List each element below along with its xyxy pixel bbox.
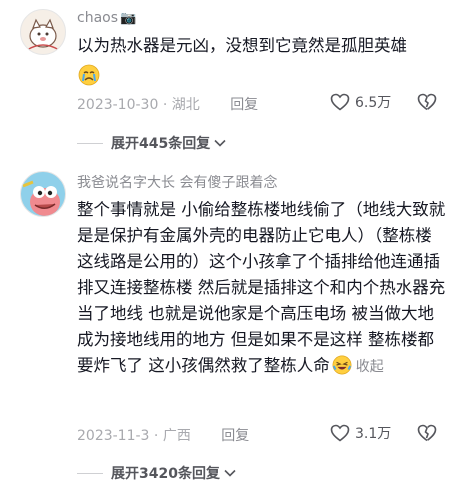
divider	[77, 472, 103, 474]
broken-heart-icon	[417, 424, 437, 442]
comment-meta: 2023-11-3 · 广西 回复	[77, 428, 250, 444]
expand-replies-button[interactable]: 展开3420条回复	[77, 463, 236, 483]
like-button[interactable]: 3.1万	[330, 423, 391, 443]
comment-date: 2023-11-3	[77, 428, 150, 444]
reply-button[interactable]: 回复	[221, 428, 249, 444]
avatar[interactable]	[20, 171, 66, 217]
comment-text: 整个事情就是 小偷给整栋楼地线偷了（地线大致就是是保护有金属外壳的电器防止它电人…	[77, 200, 446, 375]
dislike-button[interactable]	[417, 424, 437, 446]
avatar-cartoon-icon	[21, 172, 65, 216]
comment-2: 我爸说名字大长 会有傻子跟着念 整个事情就是 小偷给整栋楼地线偷了（地线大致就是…	[0, 0, 468, 487]
laughing-face-icon	[332, 355, 352, 375]
collapse-button[interactable]: 收起	[356, 359, 384, 375]
comment-username[interactable]: 我爸说名字大长 会有傻子跟着念	[77, 172, 277, 192]
comment-location: 广西	[162, 428, 191, 444]
like-count: 3.1万	[355, 426, 392, 442]
chevron-down-icon	[224, 469, 236, 477]
heart-icon	[330, 424, 350, 442]
